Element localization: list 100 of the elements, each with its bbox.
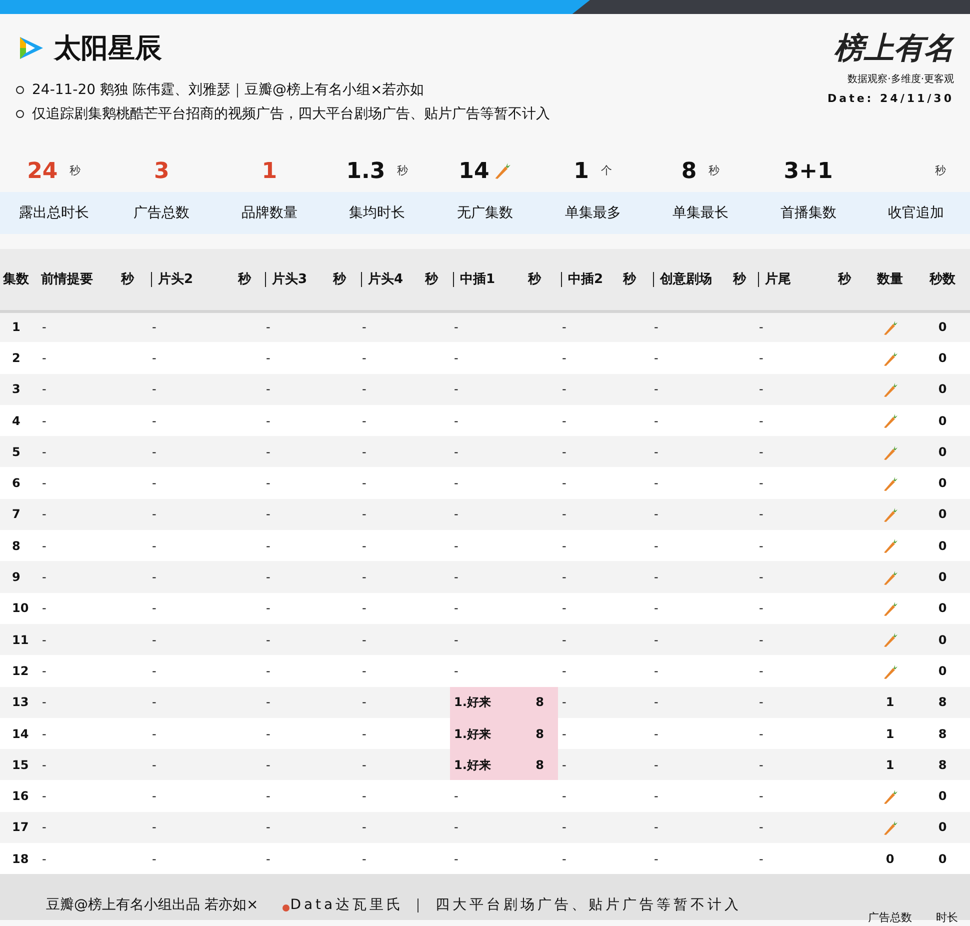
empty-mark: - xyxy=(42,789,46,804)
empty-mark: - xyxy=(152,601,156,616)
carrot-icon xyxy=(882,664,898,680)
empty-mark: - xyxy=(362,444,366,459)
empty-mark: - xyxy=(454,414,458,428)
column-header: 片头4 xyxy=(361,272,404,286)
empty-mark: - xyxy=(362,632,366,647)
empty-mark: - xyxy=(562,726,566,740)
credit-text: 豆瓣@榜上有名小组出品 若亦如× xyxy=(46,896,258,916)
empty-mark: - xyxy=(362,538,366,553)
empty-mark: - xyxy=(759,507,764,522)
empty-mark: - xyxy=(454,570,458,584)
empty-mark: - xyxy=(562,570,566,584)
note-text: 仅追踪剧集鹅桃酷芒平台招商的视频广告，四大平台剧场广告、贴片广告等暂不计入 xyxy=(32,105,550,124)
empty-mark: - xyxy=(654,664,658,678)
show-title: 太阳星辰 xyxy=(54,34,162,62)
column-header: 秒 xyxy=(425,272,438,286)
empty-mark: - xyxy=(759,695,764,710)
stat-label: 单集最长 xyxy=(672,204,730,222)
empty-mark: - xyxy=(454,789,458,804)
column-header: 片头2 xyxy=(151,272,194,286)
empty-mark: - xyxy=(654,820,658,834)
column-header: 秒 xyxy=(528,272,541,286)
seconds-total: 0 xyxy=(938,444,947,459)
empty-mark: - xyxy=(562,538,566,553)
stat-value: 3 xyxy=(154,158,170,186)
empty-mark: - xyxy=(454,820,458,834)
empty-mark: - xyxy=(42,350,46,365)
column-header: 集数 xyxy=(3,272,29,286)
ad-count: 1 xyxy=(886,758,894,772)
empty-mark: - xyxy=(362,695,366,710)
empty-mark: - xyxy=(362,852,366,866)
carrot-icon xyxy=(882,788,898,805)
empty-mark: - xyxy=(454,350,458,365)
empty-mark: - xyxy=(454,632,458,647)
carrot-icon xyxy=(882,382,898,398)
empty-mark: - xyxy=(42,476,46,490)
empty-mark: - xyxy=(266,320,270,334)
empty-mark: - xyxy=(759,444,764,459)
empty-mark: - xyxy=(562,476,566,490)
stat-value: 14 xyxy=(458,158,490,186)
empty-mark: - xyxy=(266,350,270,365)
empty-mark: - xyxy=(42,695,46,710)
empty-mark: - xyxy=(152,570,156,584)
seconds-total: 0 xyxy=(938,632,947,647)
empty-mark: - xyxy=(562,507,566,522)
empty-mark: - xyxy=(266,852,270,866)
column-header: 数量 xyxy=(877,272,903,286)
empty-mark: - xyxy=(654,726,658,740)
empty-mark: - xyxy=(266,414,270,428)
empty-mark: - xyxy=(562,444,566,459)
empty-mark: - xyxy=(152,507,156,522)
empty-mark: - xyxy=(454,320,458,334)
seconds-total: 0 xyxy=(938,570,947,584)
brand-logo-text: 榜上有名 xyxy=(834,34,954,64)
empty-mark: - xyxy=(454,444,458,459)
unit-label: 个 xyxy=(600,162,612,179)
empty-mark: - xyxy=(562,789,566,804)
slogan: 数据观察·多维度·更客观 xyxy=(848,72,954,87)
empty-mark: - xyxy=(152,852,156,866)
seconds-total: 8 xyxy=(938,695,947,710)
stat-value: 24 xyxy=(27,158,58,186)
empty-mark: - xyxy=(759,476,764,490)
empty-mark: - xyxy=(454,664,458,678)
empty-mark: - xyxy=(654,476,658,490)
empty-mark: - xyxy=(454,852,458,866)
episode-number: 14 xyxy=(0,718,38,750)
column-header: 秒 xyxy=(623,272,636,286)
column-header: 创意剧场 xyxy=(653,272,712,286)
empty-mark: - xyxy=(266,820,270,834)
episode-number: 10 xyxy=(0,592,38,624)
stat-label: 无广集数 xyxy=(456,204,514,222)
seconds-total: 0 xyxy=(938,789,947,804)
column-header: 秒 xyxy=(733,272,746,286)
stat-value: 1.3 xyxy=(346,158,386,186)
column-header: 秒 xyxy=(121,272,134,286)
column-header: 中插1 xyxy=(453,272,496,286)
column-header: 秒 xyxy=(333,272,346,286)
empty-mark: - xyxy=(562,664,566,678)
column-header: 片头3 xyxy=(265,272,308,286)
empty-mark: - xyxy=(152,789,156,804)
seconds-total: 8 xyxy=(938,758,947,772)
carrot-icon xyxy=(882,820,898,836)
ad-count: 1 xyxy=(886,726,894,740)
empty-mark: - xyxy=(152,695,156,710)
empty-mark: - xyxy=(654,570,658,584)
empty-mark: - xyxy=(562,601,566,616)
unit-label: 秒 xyxy=(708,162,720,179)
episode-number: 2 xyxy=(0,342,38,374)
empty-mark: - xyxy=(362,820,366,834)
bullet-icon xyxy=(16,86,24,94)
stat-label: 露出总时长 xyxy=(18,204,90,222)
empty-mark: - xyxy=(759,664,764,678)
seconds-total: 0 xyxy=(938,852,947,866)
empty-mark: - xyxy=(562,695,566,710)
empty-mark: - xyxy=(362,320,366,334)
empty-mark: - xyxy=(562,632,566,647)
empty-mark: - xyxy=(152,350,156,365)
empty-mark: - xyxy=(362,476,366,490)
empty-mark: - xyxy=(654,350,658,365)
